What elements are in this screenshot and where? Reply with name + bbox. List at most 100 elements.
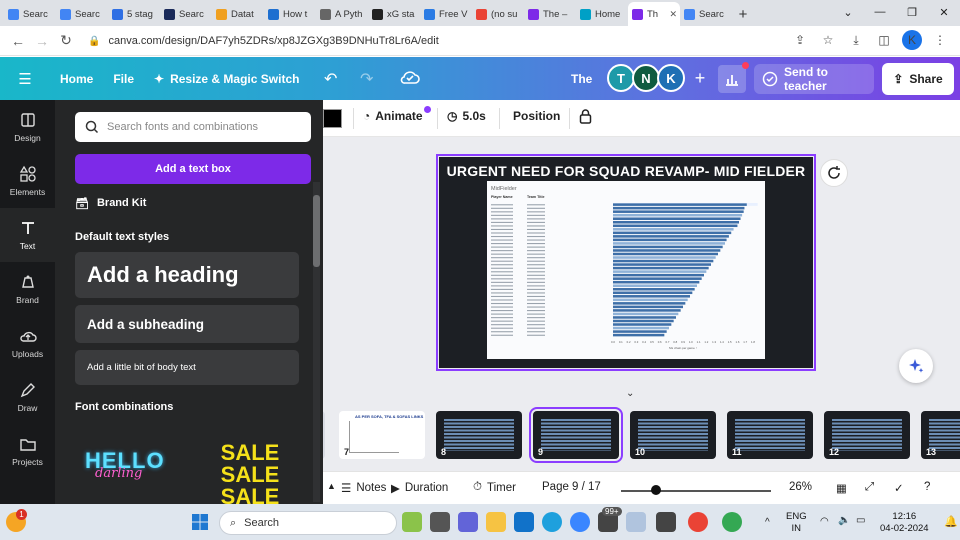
collaborator-avatar[interactable]: N (632, 64, 660, 92)
menu-icon[interactable]: ☰ (0, 70, 50, 88)
sidepanel-icon[interactable]: ◫ (874, 30, 894, 50)
snowflake-app-icon[interactable] (626, 512, 646, 532)
restore-icon[interactable]: ❐ (896, 0, 928, 24)
profile-avatar[interactable]: K (902, 30, 922, 50)
browser-tab[interactable]: Free V (420, 2, 472, 26)
color-swatch[interactable] (323, 109, 342, 128)
send-to-teacher-button[interactable]: Send to teacher (754, 64, 874, 94)
page-thumbnail-12[interactable]: 12 (824, 411, 910, 459)
tab-search-icon[interactable]: ⌄ (832, 0, 864, 24)
browser-tab[interactable]: 5 stag (108, 2, 160, 26)
notifications-bell-icon[interactable]: 🔔 (944, 515, 958, 528)
lock-toggle-icon[interactable] (579, 109, 592, 124)
timer-button[interactable]: ⏱ Timer (473, 481, 516, 494)
app-s-icon[interactable] (514, 512, 534, 532)
store-app-icon[interactable] (656, 512, 676, 532)
url-field[interactable]: 🔒 canva.com/design/DAF7yh5ZDRs/xp8JZGXg3… (80, 30, 800, 52)
cloud-saved-icon[interactable] (400, 69, 420, 88)
browser-tab[interactable]: How t (264, 2, 316, 26)
browser-tab[interactable]: Searc (160, 2, 212, 26)
language-indicator[interactable]: ENG IN (786, 511, 807, 535)
fullscreen-icon[interactable]: ⤢ (865, 481, 874, 494)
share-page-icon[interactable]: ⇪ (790, 30, 810, 50)
tray-chevron-icon[interactable]: ^ (765, 517, 770, 528)
page-thumbnail-9[interactable]: 9 (529, 407, 623, 463)
zoom-slider-knob[interactable] (651, 485, 661, 495)
task-view-icon[interactable] (430, 512, 450, 532)
page-thumbnail-7[interactable]: AS PER SOFA, TFA & SOFAS LINKS 7 (339, 411, 425, 459)
back-icon[interactable]: ← (6, 29, 30, 53)
font-search-input[interactable]: Search fonts and combinations (75, 112, 311, 142)
browser-tab[interactable]: Home (576, 2, 628, 26)
reload-icon[interactable]: ↻ (54, 29, 78, 53)
browser-tab[interactable]: Searc (4, 2, 56, 26)
browser-tab[interactable]: Searc (680, 2, 732, 26)
selected-slide[interactable]: URGENT NEED FOR SQUAD REVAMP- MID FIELDE… (436, 154, 816, 371)
rail-item-brand[interactable]: Brand (0, 262, 55, 316)
browser-tab[interactable]: (no su (472, 2, 524, 26)
browser-tab[interactable]: Datat (212, 2, 264, 26)
position-button[interactable]: Position (513, 109, 560, 123)
rail-item-design[interactable]: Design (0, 100, 55, 154)
expand-up-icon[interactable]: ▲ (327, 481, 336, 491)
close-tab-icon[interactable]: ✕ (669, 9, 677, 20)
rail-item-uploads[interactable]: Uploads (0, 316, 55, 370)
rail-item-elements[interactable]: Elements (0, 154, 55, 208)
insights-button[interactable] (718, 65, 746, 93)
add-body-text-button[interactable]: Add a little bit of body text (75, 350, 299, 385)
zoom-level[interactable]: 26% (789, 481, 812, 493)
grid-view-icon[interactable]: ▦ (836, 481, 847, 495)
design-title[interactable]: The (571, 72, 592, 86)
add-collaborator-icon[interactable]: + (687, 65, 713, 91)
rail-item-draw[interactable]: Draw (0, 370, 55, 424)
minimize-icon[interactable]: — (864, 0, 896, 24)
check-icon[interactable]: ✓ (894, 481, 904, 495)
page-indicator[interactable]: Page 9 / 17 (542, 481, 601, 493)
chrome-icon-2[interactable] (722, 512, 742, 532)
wifi-icon[interactable]: ◠ (820, 516, 829, 527)
new-tab-icon[interactable]: + (732, 2, 754, 26)
browser-tab[interactable]: A Pyth (316, 2, 368, 26)
browser-tab[interactable]: xG sta (368, 2, 420, 26)
duration-button[interactable]: ◷ 5.0s (447, 109, 486, 123)
collaborator-avatar[interactable]: T (607, 64, 635, 92)
resize-magic-switch-button[interactable]: ✦ Resize & Magic Switch (144, 57, 309, 100)
zoom-slider[interactable] (621, 490, 771, 492)
add-heading-button[interactable]: Add a heading (75, 252, 299, 298)
browser-tab[interactable]: Searc (56, 2, 108, 26)
duration-bottom-button[interactable]: ▶ Duration (391, 481, 448, 495)
rail-item-projects[interactable]: Projects (0, 424, 55, 478)
download-icon[interactable]: ⤓ (846, 30, 866, 50)
clock[interactable]: 12:16 04-02-2024 (880, 511, 929, 535)
regenerate-icon[interactable] (820, 159, 848, 187)
browser-tab[interactable]: The – (524, 2, 576, 26)
page-thumbnail-10[interactable]: 10 (630, 411, 716, 459)
bookmark-star-icon[interactable]: ☆ (818, 30, 838, 50)
windows-start-icon[interactable] (190, 512, 210, 532)
meet-icon[interactable] (458, 512, 478, 532)
browser-tab[interactable]: Th ✕ (628, 2, 680, 26)
magic-assistant-button[interactable] (899, 349, 933, 383)
file-button[interactable]: File (103, 57, 144, 100)
edge-icon[interactable] (542, 512, 562, 532)
battery-icon[interactable]: ▭ (856, 515, 865, 526)
forward-icon[interactable]: → (30, 29, 54, 53)
copilot-app-icon[interactable] (570, 512, 590, 532)
animate-button[interactable]: ◔ Animate (363, 109, 423, 123)
hide-pages-chevron-icon[interactable]: ⌄ (626, 388, 634, 399)
taskbar-search[interactable]: ⌕ Search (219, 511, 397, 535)
redo-icon[interactable]: ↷ (360, 69, 373, 89)
close-window-icon[interactable]: ✕ (928, 0, 960, 24)
rail-item-text[interactable]: Text (0, 208, 55, 262)
chrome-icon-k[interactable] (688, 512, 708, 532)
share-button[interactable]: ⇪ Share (882, 63, 954, 95)
brand-kit-button[interactable]: 🗃 Brand Kit (75, 194, 146, 212)
copilot-icon[interactable] (402, 512, 422, 532)
page-thumbnail-6[interactable] (323, 411, 325, 459)
notes-button[interactable]: ☰ Notes (341, 481, 386, 495)
volume-icon[interactable]: 🔈 (838, 515, 850, 526)
home-button[interactable]: Home (50, 57, 103, 100)
page-thumbnail-13[interactable]: 13 (921, 411, 960, 459)
collaborator-avatar[interactable]: K (657, 64, 685, 92)
font-combination-sale[interactable]: SALE SALE SALE (200, 442, 300, 505)
